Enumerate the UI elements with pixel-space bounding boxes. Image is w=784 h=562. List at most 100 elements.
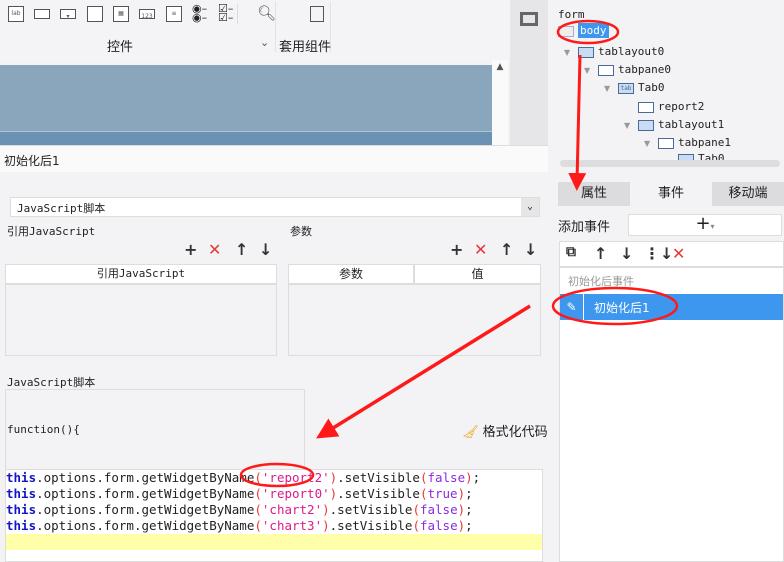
tab-mobile[interactable]: 移动端 — [712, 182, 784, 206]
component-layout-icon[interactable] — [520, 12, 538, 26]
radio-group-widget-icon[interactable]: ◉– ◉– — [192, 3, 207, 23]
event-list: 初始化后事件 ✎ 初始化后1 — [559, 267, 784, 562]
tree-item-tablayout1[interactable]: tablayout1 — [638, 118, 724, 131]
function-header-box: function(){ — [5, 389, 305, 470]
dropdown-widget-icon[interactable]: ▾ — [60, 9, 76, 20]
chevron-down-icon[interactable]: ⌄ — [521, 198, 539, 216]
report-icon — [638, 101, 654, 113]
code-boolean: false — [419, 502, 458, 517]
layout-widget-icon[interactable] — [310, 6, 324, 22]
code-keyword: this — [6, 502, 37, 517]
param-value-column-header[interactable]: 值 — [414, 264, 541, 284]
tree-item-tabpane1[interactable]: tabpane1 — [658, 136, 731, 149]
tree-item-tab0[interactable]: tab Tab0 — [618, 81, 665, 94]
textbox-widget-icon[interactable] — [34, 9, 50, 19]
code-string: 'chart3' — [261, 518, 323, 533]
function-header: function(){ — [7, 423, 80, 436]
code-line: this.options.form.getWidgetByName('chart… — [6, 518, 473, 533]
code-boolean: false — [419, 518, 458, 533]
format-code-button[interactable]: 🧹︎ 格式化代码 — [462, 421, 548, 440]
dropdown-arrow-icon: ▾ — [710, 222, 715, 231]
move-up-event-button[interactable]: ↑ — [594, 244, 607, 263]
copy-icon[interactable]: ⧉ — [566, 244, 576, 260]
code-method: .setVisible — [337, 470, 420, 485]
checkbox-group-widget-icon[interactable]: ☑– ☑– — [218, 3, 233, 23]
tree-root-form[interactable]: form — [558, 8, 585, 21]
code-string: 'report2' — [261, 470, 330, 485]
code-line: this.options.form.getWidgetByName('repor… — [6, 486, 473, 501]
params-list[interactable] — [288, 284, 541, 356]
tree-item-tablayout0[interactable]: tablayout0 — [578, 45, 664, 58]
side-strip — [510, 0, 548, 150]
ref-js-section-label: 引用JavaScript — [7, 225, 96, 238]
delete-param-button[interactable]: ✕ — [474, 240, 487, 259]
move-down-event-button[interactable]: ↓ — [620, 244, 633, 263]
event-item-label: 初始化后1 — [594, 300, 650, 315]
code-boolean: true — [427, 486, 458, 501]
code-method: .setVisible — [329, 518, 413, 533]
widgets-group-label: 控件 — [107, 40, 134, 55]
widget-toolbar: lab ▾ ▦ 123 ≡ ◉– ◉– ☑– ☑– 🔍︎ 控件 ⌄ 套用组件 — [0, 0, 510, 60]
params-section-label: 参数 — [290, 225, 312, 238]
ref-js-column-header[interactable]: 引用JavaScript — [5, 264, 277, 284]
tabpane-icon — [658, 137, 674, 149]
scroll-up-icon[interactable]: ▲ — [492, 62, 508, 72]
code-string: 'chart2' — [261, 502, 323, 517]
move-down-ref-button[interactable]: ↓ — [259, 240, 272, 259]
tree-item-label: tabpane1 — [678, 136, 731, 149]
script-code-editor[interactable]: this.options.form.getWidgetByName('repor… — [5, 469, 543, 562]
move-up-param-button[interactable]: ↑ — [500, 240, 513, 259]
move-up-ref-button[interactable]: ↑ — [235, 240, 248, 259]
broom-icon: 🧹︎ — [462, 425, 479, 440]
tree-item-tab0-nested[interactable]: Tab0 — [678, 152, 725, 160]
panel-widget-icon[interactable] — [87, 6, 103, 22]
tree-item-label: report2 — [658, 100, 705, 113]
tree-item-body[interactable]: body — [558, 23, 609, 38]
template-widgets-label: 套用组件 — [279, 40, 332, 55]
textarea-widget-icon[interactable]: ≡ — [166, 6, 182, 22]
event-toolbar: ⧉ ↑ ↓ ⋮↓ ✕ — [559, 241, 784, 267]
label-widget-icon[interactable]: lab — [8, 6, 24, 22]
code-call: .options.form.getWidgetByName — [36, 470, 255, 485]
add-event-label: 添加事件 — [558, 220, 611, 235]
add-event-button[interactable]: +▾ — [628, 214, 782, 236]
tree-item-label: Tab0 — [638, 81, 665, 94]
code-call: .options.form.getWidgetByName — [36, 502, 255, 517]
tree-item-label: Tab0 — [698, 152, 725, 160]
ref-js-list[interactable] — [5, 284, 277, 356]
design-canvas[interactable] — [0, 65, 492, 145]
tree-horizontal-scrollbar[interactable] — [560, 160, 780, 167]
delete-ref-button[interactable]: ✕ — [208, 240, 221, 259]
delete-event-button[interactable]: ✕ — [672, 244, 685, 263]
move-bottom-event-button[interactable]: ⋮↓ — [644, 244, 673, 263]
expand-chevron-icon[interactable]: ⌄ — [260, 36, 269, 49]
code-keyword: this — [6, 470, 37, 485]
format-code-label: 格式化代码 — [482, 425, 548, 440]
tab-properties[interactable]: 属性 — [558, 182, 630, 206]
tab-icon: tab — [618, 82, 634, 94]
number-widget-icon[interactable]: 123 — [139, 9, 155, 20]
code-method: .setVisible — [329, 502, 413, 517]
script-section-label: JavaScript脚本 — [7, 376, 96, 389]
add-param-button[interactable]: + — [450, 240, 463, 259]
event-item-selected[interactable]: ✎ 初始化后1 — [560, 294, 783, 320]
script-type-select[interactable]: JavaScript脚本 ⌄ — [10, 197, 540, 217]
body-icon — [558, 25, 574, 37]
code-method: .setVisible — [337, 486, 420, 501]
calendar-widget-icon[interactable]: ▦ — [113, 6, 129, 22]
tree-item-tabpane0[interactable]: tabpane0 — [598, 63, 671, 76]
tree-item-report2[interactable]: report2 — [638, 100, 704, 113]
event-group-label: 初始化后事件 — [568, 275, 634, 288]
add-ref-button[interactable]: + — [184, 240, 197, 259]
code-keyword: this — [6, 518, 37, 533]
canvas-scrollbar[interactable]: ▲ — [492, 60, 508, 150]
tree-item-label: tablayout0 — [598, 45, 665, 58]
code-line: this.options.form.getWidgetByName('repor… — [6, 470, 481, 485]
move-down-param-button[interactable]: ↓ — [524, 240, 537, 259]
edit-pencil-icon[interactable]: ✎ — [560, 294, 584, 320]
tree-item-label: tablayout1 — [658, 118, 725, 131]
preview-icon[interactable]: 🔍︎ — [257, 4, 276, 22]
param-name-column-header[interactable]: 参数 — [288, 264, 414, 284]
tab-events[interactable]: 事件 — [630, 182, 712, 206]
right-panel: form body ▼ tablayout0 ▼ tabpane0 ▼ tab T… — [548, 0, 784, 562]
